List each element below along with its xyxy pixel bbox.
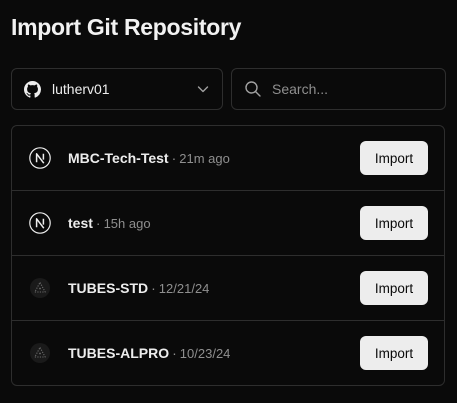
- search-box[interactable]: [231, 68, 446, 110]
- search-icon: [244, 80, 262, 98]
- repository-updated-time: 21m ago: [179, 151, 230, 166]
- repository-row: test · 15h ago Import: [12, 191, 444, 256]
- repository-name: MBC-Tech-Test: [68, 150, 169, 166]
- repository-updated-time: 12/21/24: [158, 281, 210, 296]
- triangle-icon: [29, 342, 51, 364]
- nextjs-icon: [29, 147, 51, 169]
- repository-list: MBC-Tech-Test · 21m ago Import test · 15h ag…: [11, 125, 445, 386]
- search-input[interactable]: [272, 81, 432, 97]
- repository-info: TUBES-STD · 12/21/24: [68, 280, 360, 296]
- separator: ·: [151, 280, 156, 296]
- separator: ·: [95, 215, 101, 231]
- repository-info: TUBES-ALPRO · 10/23/24: [68, 345, 360, 361]
- triangle-icon: [29, 277, 51, 299]
- import-button[interactable]: Import: [360, 206, 428, 240]
- import-button[interactable]: Import: [360, 271, 428, 305]
- repository-info: test · 15h ago: [68, 215, 360, 231]
- chevron-down-icon: [196, 82, 210, 96]
- repository-row: TUBES-ALPRO · 10/23/24 Import: [12, 321, 444, 385]
- import-git-repository-page: Import Git Repository lutherv01 Search..…: [0, 0, 457, 403]
- repository-row: MBC-Tech-Test · 21m ago Import: [12, 126, 444, 191]
- account-name: lutherv01: [52, 81, 110, 97]
- repository-updated-time: 10/23/24: [179, 346, 231, 361]
- repository-updated-time: 15h ago: [103, 216, 151, 231]
- repository-info: MBC-Tech-Test · 21m ago: [68, 150, 360, 166]
- repository-row: TUBES-STD · 12/21/24 Import: [12, 256, 444, 321]
- repository-name: TUBES-ALPRO: [68, 345, 170, 361]
- page-title: Import Git Repository: [11, 14, 242, 40]
- nextjs-icon: [29, 212, 51, 234]
- separator: ·: [171, 150, 177, 166]
- git-account-select[interactable]: lutherv01: [11, 68, 223, 110]
- import-button[interactable]: Import: [360, 141, 428, 175]
- repository-name: TUBES-STD: [68, 280, 149, 296]
- import-button[interactable]: Import: [360, 336, 428, 370]
- repository-name: test: [68, 215, 93, 231]
- separator: ·: [172, 345, 177, 361]
- github-icon: [24, 80, 41, 98]
